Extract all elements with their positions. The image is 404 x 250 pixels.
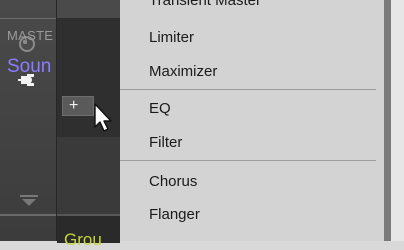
menu-right-edge xyxy=(391,0,404,241)
sound-label[interactable]: Soun xyxy=(7,56,63,78)
group-label[interactable]: Grou xyxy=(64,230,120,250)
menu-separator xyxy=(120,89,376,90)
divider xyxy=(0,18,56,19)
mouse-cursor-icon xyxy=(94,103,112,132)
menu-separator xyxy=(120,160,376,161)
master-label: MASTE xyxy=(7,28,54,43)
add-plugin-button[interactable]: + xyxy=(62,96,94,116)
menu-item-filter[interactable]: Filter xyxy=(149,134,182,151)
plugin-menu: Transient Master Limiter Maximizer EQ Fi… xyxy=(120,0,384,241)
menu-scrollbar[interactable] xyxy=(384,0,391,241)
panel-top-strip xyxy=(57,0,120,19)
menu-item-flanger[interactable]: Flanger xyxy=(149,206,200,223)
menu-item-transient-master[interactable]: Transient Master xyxy=(149,0,261,9)
menu-item-eq[interactable]: EQ xyxy=(149,100,171,117)
divider xyxy=(0,214,56,216)
menu-item-maximizer[interactable]: Maximizer xyxy=(149,63,217,80)
menu-item-limiter[interactable]: Limiter xyxy=(149,29,194,46)
menu-item-chorus[interactable]: Chorus xyxy=(149,173,197,190)
collapse-icon[interactable] xyxy=(20,195,38,207)
